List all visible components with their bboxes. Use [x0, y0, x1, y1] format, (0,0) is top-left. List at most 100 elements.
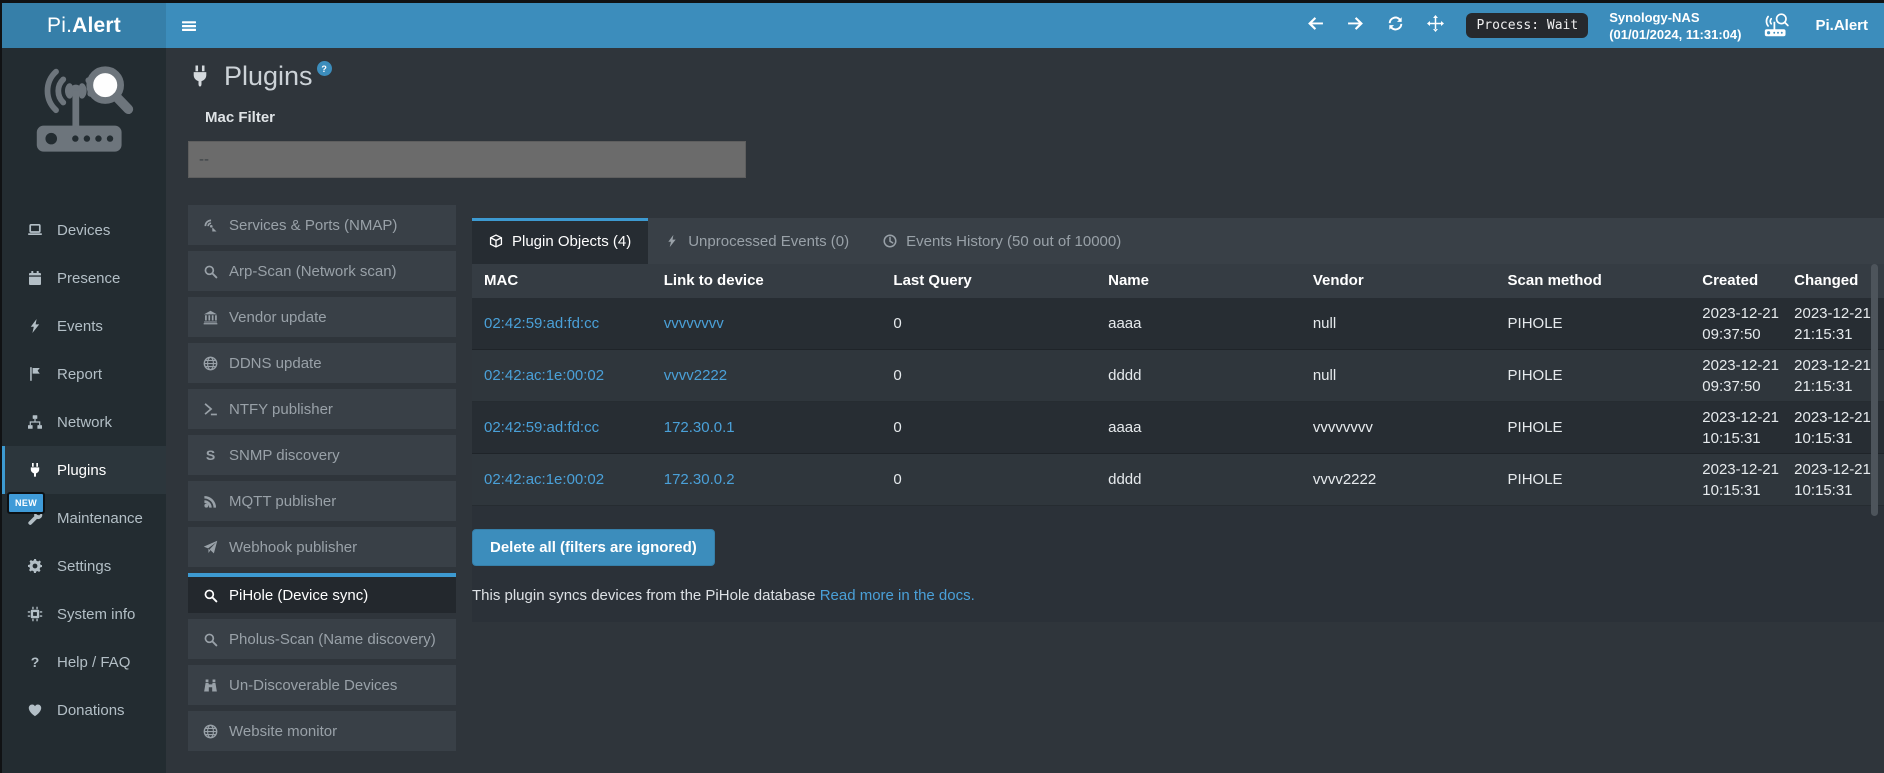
- changed-cell: 2023-12-2121:15:31: [1782, 350, 1884, 401]
- process-status-badge: Process: Wait: [1466, 13, 1588, 38]
- sidebar-item-events[interactable]: Events: [2, 302, 166, 350]
- plugin-nav-label: Pholus-Scan (Name discovery): [229, 631, 436, 648]
- sidebar-item-label: Help / FAQ: [57, 654, 130, 671]
- sidebar-item-label: Donations: [57, 702, 125, 719]
- plugin-nav-item-arp-scan-network-scan[interactable]: Arp-Scan (Network scan): [188, 251, 456, 291]
- mac-link[interactable]: 02:42:ac:1e:00:02: [472, 454, 652, 505]
- mac-link[interactable]: 02:42:59:ad:fd:cc: [472, 298, 652, 349]
- sidebar-item-label: Report: [57, 366, 102, 383]
- sidebar-item-donations[interactable]: Donations: [2, 686, 166, 734]
- sidebar-item-system-info[interactable]: System info: [2, 590, 166, 638]
- arrow-left-icon: [1307, 15, 1324, 37]
- last-query-cell: 0: [881, 298, 1096, 349]
- gear-icon: [25, 558, 44, 574]
- bolt-icon: [665, 234, 679, 248]
- tab-plugin-objects-4[interactable]: Plugin Objects (4): [472, 218, 648, 264]
- plugin-nav-item-webhook-publisher[interactable]: Webhook publisher: [188, 527, 456, 567]
- sidebar-item-network[interactable]: Network: [2, 398, 166, 446]
- new-feature-badge: NEW: [7, 492, 45, 514]
- device-link[interactable]: 172.30.0.2: [652, 454, 882, 505]
- last-query-cell: 0: [881, 350, 1096, 401]
- help-badge[interactable]: ?: [317, 61, 332, 76]
- laptop-icon: [25, 222, 44, 238]
- sidebar-item-plugins[interactable]: Plugins: [2, 446, 166, 494]
- plugin-detail-panel: Plugin Objects (4) Unprocessed Events (0)…: [472, 218, 1884, 622]
- sidebar-item-label: Settings: [57, 558, 111, 575]
- sidebar-item-presence[interactable]: Presence: [2, 254, 166, 302]
- docs-link[interactable]: Read more in the docs.: [820, 587, 975, 604]
- forward-button[interactable]: [1346, 16, 1365, 35]
- column-header-last-query: Last Query: [881, 264, 1096, 298]
- plugin-nav-item-vendor-update[interactable]: Vendor update: [188, 297, 456, 337]
- snmp-icon: S: [201, 448, 219, 463]
- tab-unprocessed-events-0[interactable]: Unprocessed Events (0): [648, 218, 866, 264]
- sidebar-item-devices[interactable]: Devices: [2, 206, 166, 254]
- plugin-nav-item-mqtt-publisher[interactable]: MQTT publisher: [188, 481, 456, 521]
- table-scrollbar[interactable]: [1871, 264, 1878, 516]
- tab-label: Unprocessed Events (0): [688, 233, 849, 250]
- refresh-button[interactable]: [1386, 16, 1405, 35]
- date-line: 2023-12-21: [1702, 303, 1782, 324]
- plugin-nav-item-services-ports-nmap[interactable]: Services & Ports (NMAP): [188, 205, 456, 245]
- bolt-icon: [25, 318, 44, 334]
- scan-method-cell: PIHOLE: [1496, 298, 1691, 349]
- sidebar-item-label: Presence: [57, 270, 120, 287]
- name-cell: dddd: [1096, 350, 1301, 401]
- pialert-logo-icon: [21, 62, 147, 168]
- vendor-cell: vvvv2222: [1301, 454, 1496, 505]
- plugin-nav-item-website-monitor[interactable]: Website monitor: [188, 711, 456, 751]
- sidebar-item-help-faq[interactable]: ? Help / FAQ: [2, 638, 166, 686]
- table-body: 02:42:59:ad:fd:ccvvvvvvvv0aaaanullPIHOLE…: [472, 298, 1884, 506]
- svg-text:S: S: [205, 448, 214, 463]
- changed-cell: 2023-12-2110:15:31: [1782, 402, 1884, 453]
- host-time: (01/01/2024, 11:31:04): [1609, 26, 1741, 43]
- heart-icon: [25, 702, 44, 718]
- brand-prefix: Pi.: [47, 14, 72, 38]
- device-link[interactable]: vvvv2222: [652, 350, 882, 401]
- sidebar: Devices Presence Events Report NetworkPlugin…: [2, 48, 166, 773]
- vendor-cell: vvvvvvvv: [1301, 402, 1496, 453]
- tab-events-history-50-out-of-10000[interactable]: Events History (50 out of 10000): [866, 218, 1138, 264]
- plugin-nav-label: Webhook publisher: [229, 539, 357, 556]
- column-header-created: Created: [1690, 264, 1782, 298]
- sidebar-item-label: Devices: [57, 222, 110, 239]
- column-header-changed: Changed: [1782, 264, 1884, 298]
- search-icon: [201, 588, 219, 603]
- terminal-icon: [201, 402, 219, 417]
- device-link[interactable]: vvvvvvvv: [652, 298, 882, 349]
- mac-link[interactable]: 02:42:ac:1e:00:02: [472, 350, 652, 401]
- plugin-nav-item-ddns-update[interactable]: DDNS update: [188, 343, 456, 383]
- sidebar-item-settings[interactable]: Settings: [2, 542, 166, 590]
- plug-icon: [188, 64, 212, 88]
- plugin-nav-item-un-discoverable-devices[interactable]: Un-Discoverable Devices: [188, 665, 456, 705]
- cube-icon: [489, 234, 503, 248]
- plugin-nav-item-pihole-device-sync[interactable]: PiHole (Device sync): [188, 573, 456, 613]
- hamburger-menu-icon[interactable]: [181, 18, 199, 34]
- name-cell: aaaa: [1096, 298, 1301, 349]
- device-link[interactable]: 172.30.0.1: [652, 402, 882, 453]
- calendar-icon: [25, 270, 44, 286]
- created-cell: 2023-12-2110:15:31: [1690, 454, 1782, 505]
- sidebar-item-report[interactable]: Report: [2, 350, 166, 398]
- plugin-nav-label: Vendor update: [229, 309, 327, 326]
- plugin-nav-label: NTFY publisher: [229, 401, 333, 418]
- mac-filter-input[interactable]: [188, 141, 746, 178]
- back-button[interactable]: [1306, 16, 1325, 35]
- send-icon: [201, 540, 219, 555]
- page-title: Plugins: [224, 58, 313, 94]
- plugin-nav-item-ntfy-publisher[interactable]: NTFY publisher: [188, 389, 456, 429]
- move-button[interactable]: [1426, 16, 1445, 35]
- page-header: Plugins ?: [188, 58, 332, 94]
- pialert-app: Pi.Alert Process: Wait Synology-NAS (01/…: [0, 0, 1884, 773]
- created-cell: 2023-12-2109:37:50: [1690, 350, 1782, 401]
- plugin-nav-item-pholus-scan-name-discovery[interactable]: Pholus-Scan (Name discovery): [188, 619, 456, 659]
- mac-link[interactable]: 02:42:59:ad:fd:cc: [472, 402, 652, 453]
- globe-icon: [201, 724, 219, 739]
- delete-all-button[interactable]: Delete all (filters are ignored): [472, 529, 715, 566]
- table-header-row: MACLink to deviceLast QueryNameVendorSca…: [472, 264, 1884, 298]
- plugin-nav-label: Services & Ports (NMAP): [229, 217, 397, 234]
- created-cell: 2023-12-2110:15:31: [1690, 402, 1782, 453]
- plugin-nav-item-snmp-discovery[interactable]: SSNMP discovery: [188, 435, 456, 475]
- brand-logo[interactable]: Pi.Alert: [2, 3, 166, 48]
- svg-text:?: ?: [30, 654, 39, 670]
